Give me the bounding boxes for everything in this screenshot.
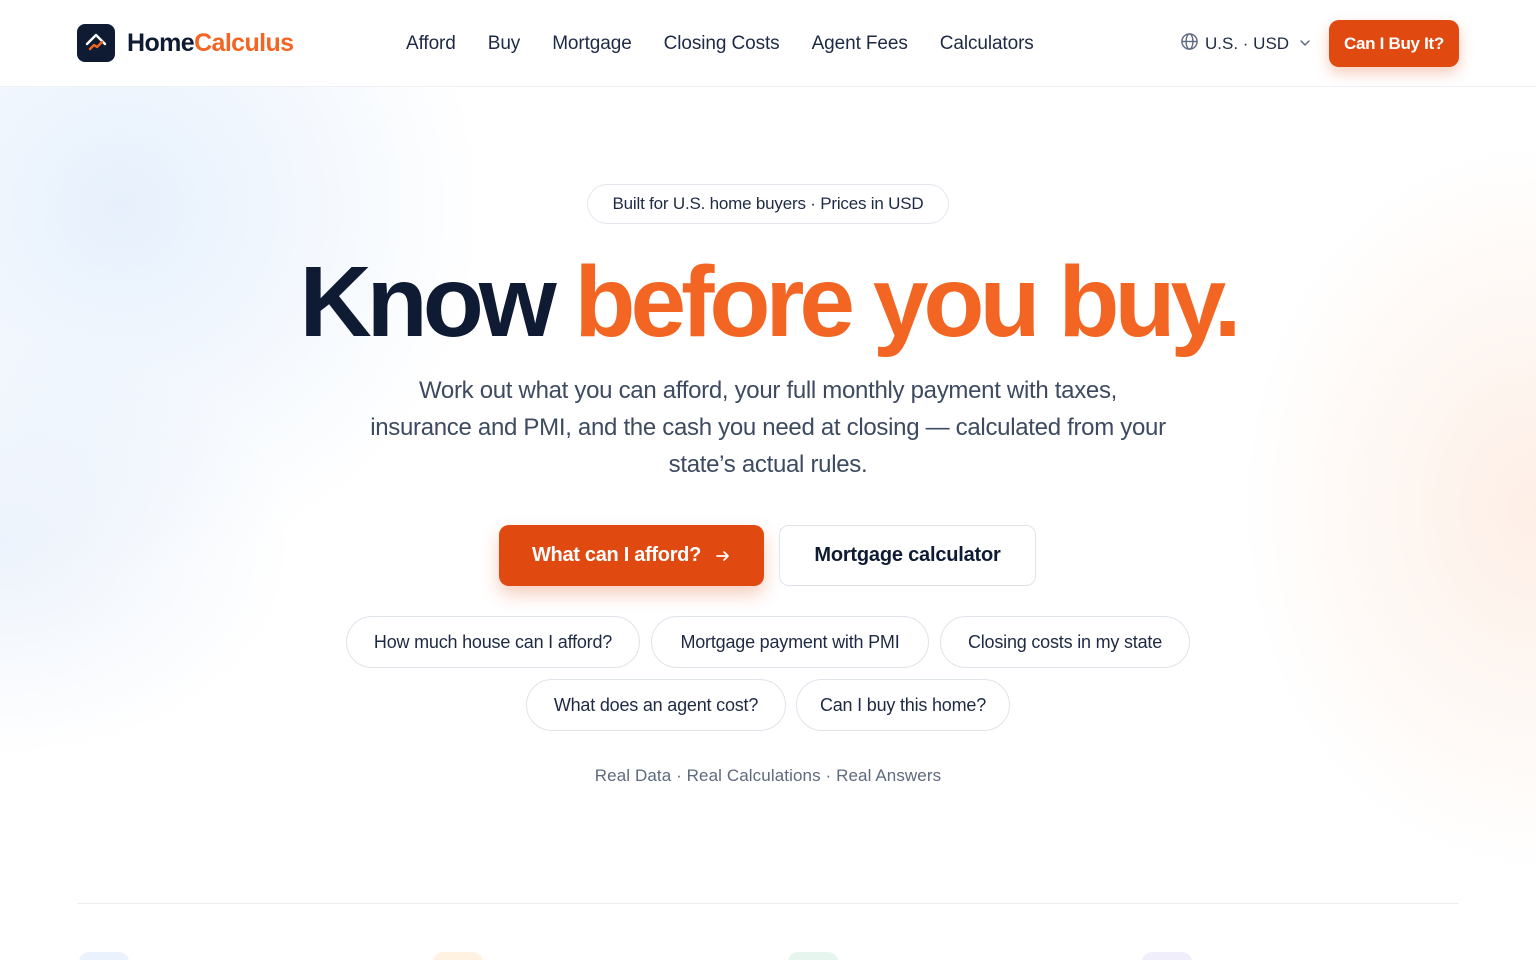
feature-icon-tile <box>788 952 838 960</box>
headline-before-you-buy: before you buy. <box>574 246 1241 358</box>
brand-logo[interactable]: HomeCalculus <box>77 24 294 62</box>
headline-know: Know <box>299 246 556 358</box>
what-can-i-afford-button[interactable]: What can I afford? <box>499 525 764 586</box>
locale-selector[interactable]: U.S. · USD <box>1180 31 1311 57</box>
chip-agent-cost[interactable]: What does an agent cost? <box>526 679 786 731</box>
brand-name-home: Home <box>127 28 195 57</box>
house-chart-icon <box>77 24 115 62</box>
main-nav: Afford Buy Mortgage Closing Costs Agent … <box>406 30 1034 58</box>
chevron-down-icon <box>1299 34 1311 54</box>
chip-how-much-house[interactable]: How much house can I afford? <box>346 616 640 668</box>
hero-subtitle: Work out what you can afford, your full … <box>370 377 1166 478</box>
globe-icon <box>1180 32 1199 56</box>
chip-closing-costs-state[interactable]: Closing costs in my state <box>940 616 1190 668</box>
mortgage-calculator-button[interactable]: Mortgage calculator <box>779 525 1036 586</box>
feature-icon-tile <box>433 952 483 960</box>
feature-icon-tile <box>1142 952 1192 960</box>
arrow-right-icon <box>715 548 731 564</box>
hero-headline: Know before you buy. <box>0 250 1536 354</box>
can-i-buy-it-button[interactable]: Can I Buy It? <box>1329 20 1459 67</box>
brand-name-calculus: Calculus <box>194 28 294 57</box>
nav-link-agent-fees[interactable]: Agent Fees <box>812 33 908 55</box>
nav-link-mortgage[interactable]: Mortgage <box>552 33 632 55</box>
section-divider <box>77 903 1459 904</box>
nav-link-afford[interactable]: Afford <box>406 33 456 55</box>
nav-link-closing-costs[interactable]: Closing Costs <box>664 33 780 55</box>
feature-icon-tile <box>79 952 129 960</box>
locale-label: U.S. · USD <box>1205 34 1290 53</box>
nav-link-calculators[interactable]: Calculators <box>940 33 1034 55</box>
audience-badge: Built for U.S. home buyers · Prices in U… <box>587 184 949 224</box>
chip-mortgage-payment-pmi[interactable]: Mortgage payment with PMI <box>651 616 929 668</box>
hero-tagline: Real Data · Real Calculations · Real Ans… <box>594 766 942 785</box>
chip-can-i-buy-home[interactable]: Can I buy this home? <box>796 679 1010 731</box>
what-can-i-afford-label: What can I afford? <box>531 544 702 566</box>
brand-name: HomeCalculus <box>127 28 294 58</box>
nav-link-buy[interactable]: Buy <box>488 33 521 55</box>
site-header: HomeCalculus Afford Buy Mortgage Closing… <box>0 0 1536 87</box>
